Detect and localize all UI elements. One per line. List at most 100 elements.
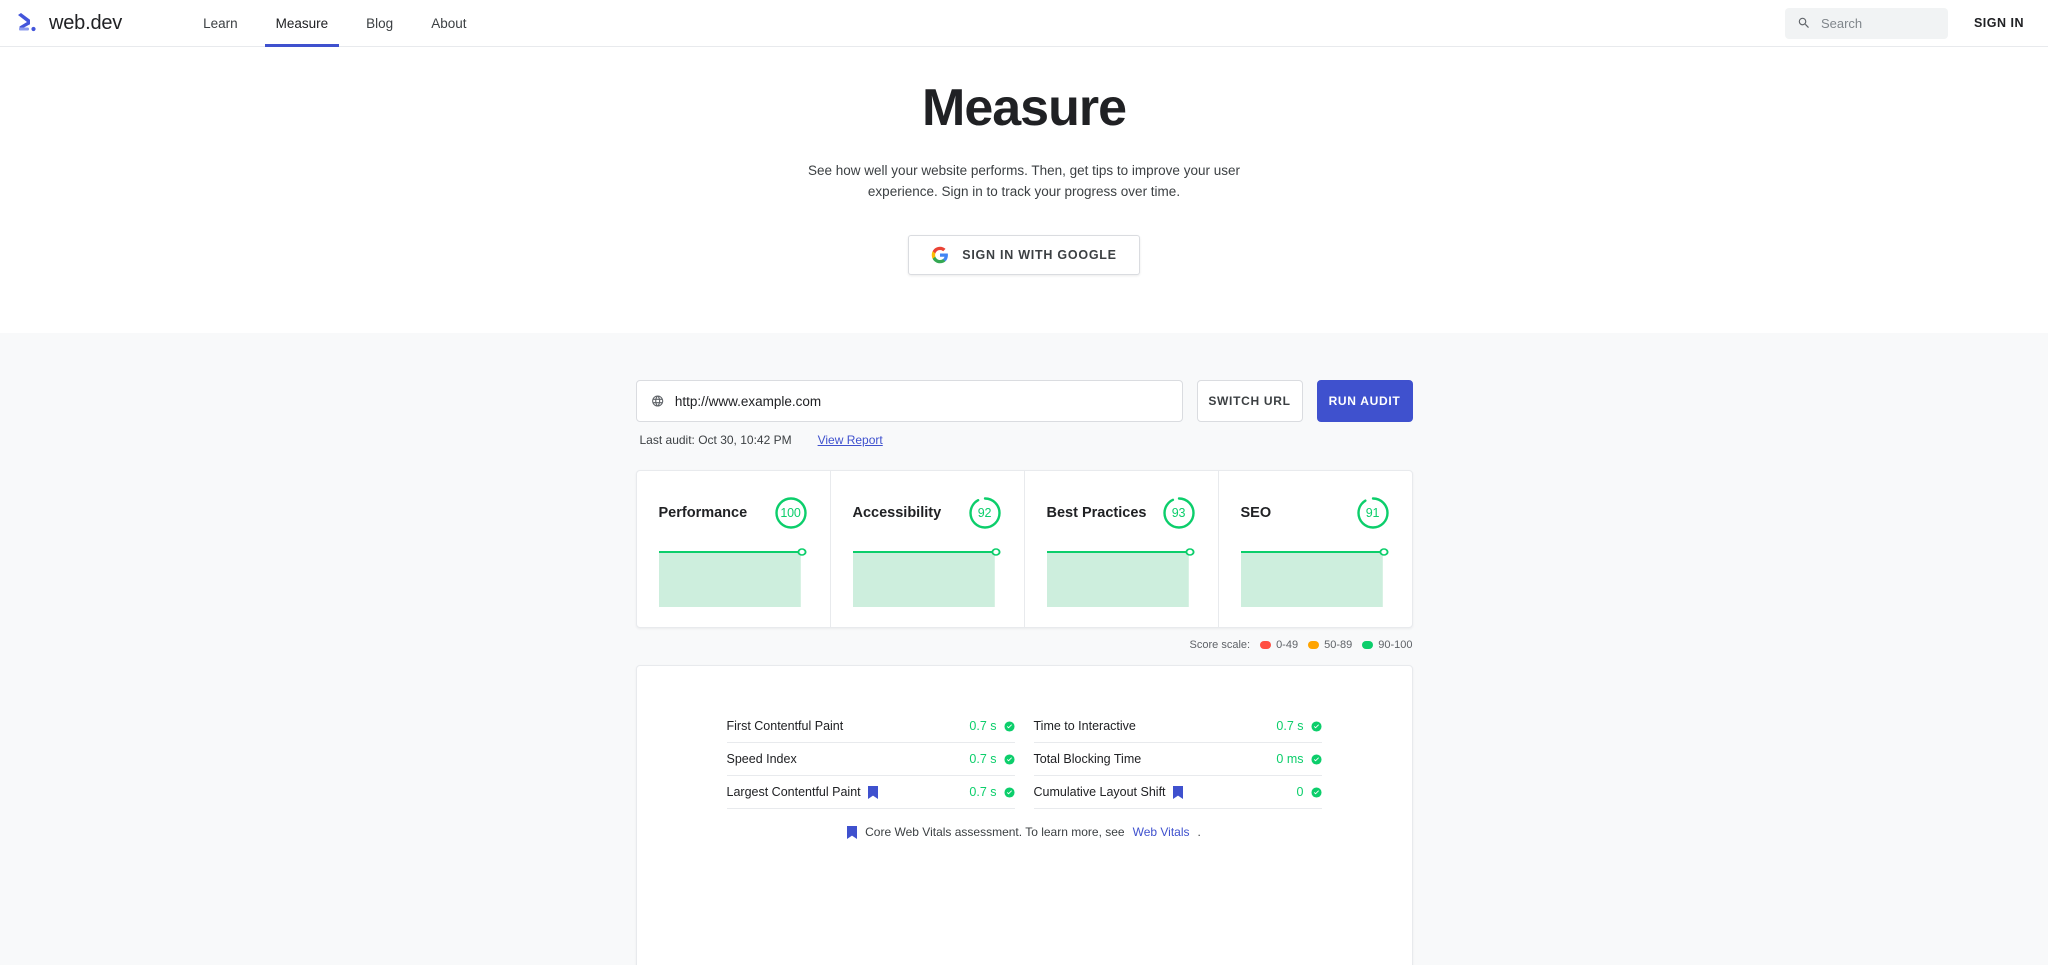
url-input[interactable] — [674, 393, 1168, 409]
check-circle-icon — [1003, 753, 1015, 765]
score-gauge: 100 — [774, 496, 808, 530]
check-circle-icon — [1310, 786, 1322, 798]
metric-value: 0 — [1296, 785, 1304, 800]
score-gauge: 91 — [1356, 496, 1390, 530]
webdev-chevron-logo — [18, 13, 36, 32]
score-value: 92 — [977, 506, 992, 521]
check-circle-icon — [1310, 720, 1322, 732]
metric-value-wrap: 0.7 s — [969, 719, 1015, 734]
nav-item-measure[interactable]: Measure — [257, 0, 348, 47]
metric-value-wrap: 0 ms — [1276, 752, 1322, 767]
metric-row: Cumulative Layout Shift 0 — [1033, 776, 1322, 810]
nav-item-learn[interactable]: Learn — [184, 0, 257, 47]
measure-panel-inner: SWITCH URL RUN AUDIT Last audit: Oct 30,… — [635, 380, 1413, 965]
footnote-period: . — [1197, 825, 1201, 840]
sparkline-svg — [1046, 548, 1195, 608]
metric-value: 0 ms — [1276, 752, 1304, 767]
view-report-link[interactable]: View Report — [818, 433, 883, 447]
score-gauge: 92 — [968, 496, 1002, 530]
metric-label: First Contentful Paint — [726, 719, 844, 734]
metric-label-text: Cumulative Layout Shift — [1033, 785, 1166, 800]
scale-dot-average-icon — [1308, 641, 1320, 650]
check-circle-icon — [1003, 786, 1015, 798]
scorecard-title: Accessibility — [852, 505, 942, 522]
metric-value: 0.7 s — [969, 785, 997, 800]
nav-item-about[interactable]: About — [412, 0, 485, 47]
check-circle-icon — [1310, 753, 1322, 765]
brand[interactable]: web.dev — [14, 10, 122, 36]
check-circle-icon — [1003, 720, 1015, 732]
score-scale-item-good: 90-100 — [1362, 639, 1413, 652]
core-web-vitals-bookmark-icon — [867, 785, 878, 799]
metric-label: Time to Interactive — [1033, 719, 1136, 734]
hero-subtitle: See how well your website performs. Then… — [808, 163, 1240, 200]
metrics-card: First Contentful Paint 0.7 s Time to Int… — [635, 665, 1413, 965]
score-gauge: 93 — [1162, 496, 1196, 530]
sparkline-chart-seo — [1240, 548, 1390, 608]
brand-name: web.dev — [49, 11, 123, 34]
metric-value: 0.7 s — [1276, 719, 1304, 734]
scorecard-title: Best Practices — [1046, 505, 1147, 522]
scorecard-head: SEO 91 — [1241, 493, 1390, 533]
metric-label: Cumulative Layout Shift — [1034, 785, 1183, 799]
scale-dot-poor-icon — [1260, 641, 1272, 650]
metric-row: Total Blocking Time 0 ms — [1033, 743, 1322, 777]
core-web-vitals-footnote: Core Web Vitals assessment. To learn mor… — [727, 825, 1322, 839]
measure-panel: SWITCH URL RUN AUDIT Last audit: Oct 30,… — [0, 333, 2048, 965]
sparkline-chart-best-practices — [1046, 548, 1196, 608]
scorecard-best-practices[interactable]: Best Practices 93 — [1025, 471, 1219, 628]
metrics-grid: First Contentful Paint 0.7 s Time to Int… — [726, 710, 1322, 810]
audit-meta: Last audit: Oct 30, 10:42 PM View Report — [636, 433, 1413, 447]
scorecard-head: Best Practices 93 — [1047, 493, 1196, 533]
primary-nav: Learn Measure Blog About — [184, 0, 485, 47]
globe-icon — [651, 395, 663, 407]
scale-range: 90-100 — [1378, 639, 1413, 652]
metric-label: Speed Index — [726, 752, 797, 767]
metric-value-wrap: 0.7 s — [1276, 719, 1322, 734]
metric-label: Total Blocking Time — [1033, 752, 1142, 767]
metric-value-wrap: 0.7 s — [969, 785, 1015, 800]
score-value: 100 — [780, 506, 801, 521]
core-web-vitals-bookmark-icon — [847, 825, 858, 839]
search-input[interactable] — [1820, 15, 1936, 31]
metric-row: Speed Index 0.7 s — [726, 743, 1015, 777]
scorecard-seo[interactable]: SEO 91 — [1219, 471, 1412, 627]
score-value: 91 — [1365, 506, 1380, 521]
search-icon — [1798, 17, 1809, 28]
sparkline-svg — [658, 548, 807, 608]
metric-value-wrap: 0.7 s — [969, 752, 1015, 767]
scale-range: 50-89 — [1324, 639, 1353, 652]
signin-link[interactable]: SIGN IN — [1974, 16, 2028, 30]
url-row: SWITCH URL RUN AUDIT — [635, 380, 1413, 423]
sign-in-with-google-button[interactable]: SIGN IN WITH GOOGLE — [908, 235, 1140, 276]
scorecard-head: Performance 100 — [659, 493, 808, 533]
metric-row: Largest Contentful Paint 0.7 s — [726, 776, 1015, 810]
scorecard-accessibility[interactable]: Accessibility 92 — [831, 471, 1025, 628]
scorecard-title: Performance — [658, 505, 748, 522]
scorecard-performance[interactable]: Performance 100 — [637, 471, 831, 628]
score-scale-item-poor: 0-49 — [1260, 639, 1298, 651]
scorecards: Performance 100 Accessibility 92 Best Pr… — [635, 470, 1413, 629]
scorecard-title: SEO — [1240, 505, 1272, 522]
metric-row: First Contentful Paint 0.7 s — [726, 710, 1015, 744]
metric-label: Largest Contentful Paint — [727, 785, 878, 799]
search-box[interactable] — [1784, 7, 1948, 39]
page-title: Measure — [922, 79, 1127, 137]
switch-url-button[interactable]: SWITCH URL — [1196, 380, 1303, 423]
scale-dot-good-icon — [1362, 641, 1374, 650]
score-scale-label: Score scale: — [1189, 639, 1251, 652]
google-button-label: SIGN IN WITH GOOGLE — [962, 248, 1117, 263]
site-header: web.dev Learn Measure Blog About SIGN IN — [0, 0, 2048, 47]
url-field[interactable] — [635, 380, 1183, 423]
scale-range: 0-49 — [1276, 639, 1299, 652]
header-actions: SIGN IN — [1784, 7, 2028, 39]
web-vitals-link[interactable]: Web Vitals — [1133, 825, 1190, 839]
last-audit-label: Last audit: Oct 30, 10:42 PM — [639, 433, 792, 448]
nav-item-blog[interactable]: Blog — [347, 0, 412, 47]
score-value: 93 — [1171, 506, 1186, 521]
metric-row: Time to Interactive 0.7 s — [1033, 710, 1322, 744]
metric-value: 0.7 s — [969, 719, 997, 734]
metric-value: 0.7 s — [969, 752, 997, 767]
run-audit-button[interactable]: RUN AUDIT — [1316, 380, 1413, 423]
footnote-text: Core Web Vitals assessment. To learn mor… — [865, 825, 1125, 840]
